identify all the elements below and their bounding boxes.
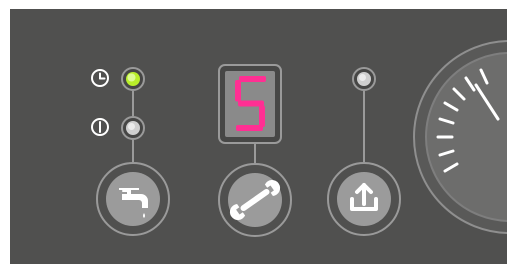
display-segment: [236, 125, 263, 131]
power-on-icon: [91, 118, 109, 136]
reset-button[interactable]: [327, 162, 401, 236]
display-segment: [235, 80, 241, 102]
temperature-dial[interactable]: [413, 40, 507, 234]
display-segment: [239, 76, 266, 82]
timer-mode-led: [121, 67, 145, 91]
control-panel: [10, 9, 507, 264]
digital-display: [218, 64, 282, 144]
display-segment: [259, 105, 265, 127]
control-panel-drawing: [91, 40, 507, 237]
display-segment: [238, 100, 264, 107]
continuous-mode-led: [121, 116, 145, 140]
reset-led: [352, 67, 376, 91]
hot-water-button[interactable]: [96, 162, 170, 236]
service-button[interactable]: [218, 163, 292, 237]
clock-icon: [91, 69, 109, 87]
